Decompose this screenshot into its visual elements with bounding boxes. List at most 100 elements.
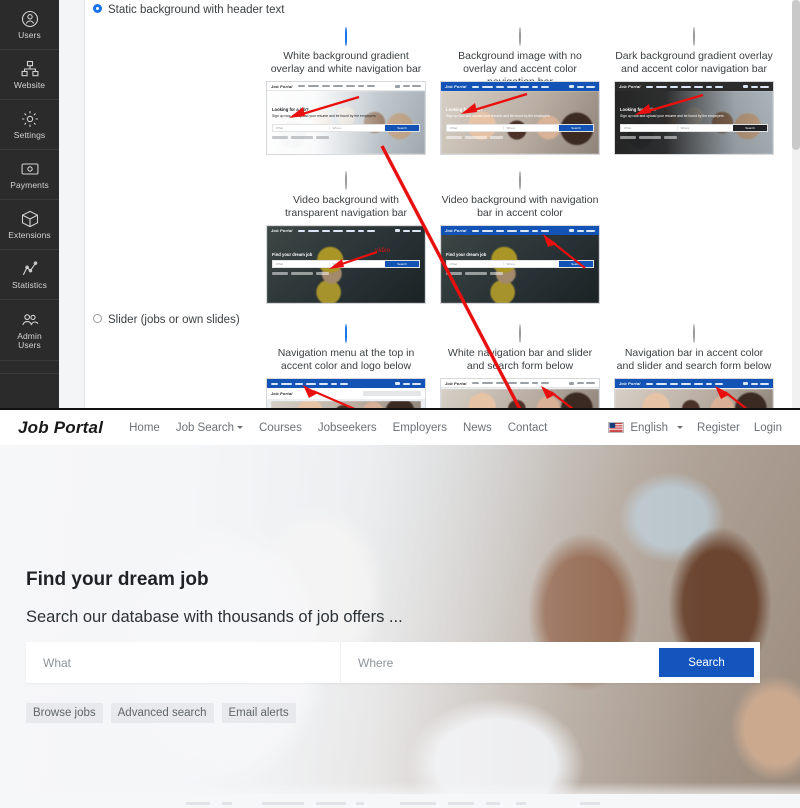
admin-content: Static background with header text White…	[85, 0, 792, 408]
layout-option-white-nav-slider[interactable]: White navigation bar and slider and sear…	[440, 324, 600, 408]
radio-wrap	[693, 324, 695, 343]
nav-link-courses[interactable]: Courses	[259, 422, 302, 434]
radio-option-video-transparent[interactable]	[345, 171, 347, 190]
radio-option-no-overlay[interactable]	[519, 27, 521, 46]
layout-option-accent-nav-slider[interactable]: Navigation bar in accent color and slide…	[614, 324, 774, 408]
radio-option-white-nav-slider[interactable]	[519, 324, 521, 343]
nav-link-jobseekers[interactable]: Jobseekers	[318, 422, 377, 434]
layout-option-label: Video background with navigation bar in …	[441, 194, 599, 219]
hero-subtitle: Search our database with thousands of jo…	[26, 608, 403, 626]
radio-wrap	[345, 324, 347, 343]
sidebar-item-settings[interactable]: Settings	[0, 100, 59, 150]
thumbnail-slider	[271, 401, 421, 408]
radio-slider[interactable]	[93, 314, 102, 323]
browse-jobs-link[interactable]: Browse jobs	[26, 703, 103, 723]
layout-option-thumbnail[interactable]: Job Portal	[266, 378, 426, 408]
job-search-form: What Where Search	[26, 642, 760, 683]
layout-option-thumbnail[interactable]: Looking for a job? Sign up now and uploa…	[440, 81, 600, 155]
layout-option-white-gradient[interactable]: White background gradient overlay and wh…	[266, 27, 426, 155]
thumbnail-chips	[620, 136, 677, 139]
thumbnail-search-button: Search	[385, 261, 419, 267]
thumbnail-search-form: What Where Search	[620, 124, 768, 132]
radio-slider-label: Slider (jobs or own slides)	[108, 314, 240, 326]
layout-option-video-accent[interactable]: Video background with navigation bar in …	[440, 171, 600, 304]
users-group-icon	[20, 310, 40, 330]
radio-group-static-background[interactable]: Static background with header text	[93, 4, 284, 16]
thumbnail-what: What	[624, 126, 632, 130]
layout-option-no-overlay[interactable]: Background image with no overlay and acc…	[440, 27, 600, 155]
thumbnail-flag-icon	[743, 85, 748, 88]
thumbnail-menu	[297, 229, 375, 232]
layout-option-dark-gradient[interactable]: Dark background gradient overlay and acc…	[614, 27, 774, 155]
radio-group-slider[interactable]: Slider (jobs or own slides)	[93, 314, 240, 326]
thumbnail-where: Where	[328, 126, 386, 130]
sidebar-item-admin-users[interactable]: Admin Users	[0, 300, 59, 361]
layout-option-thumbnail[interactable]: Find your dream job What Where Search Jo…	[266, 225, 426, 304]
hero-content: Find your dream job Search our database …	[0, 445, 800, 808]
thumbnail-nav-right	[395, 229, 421, 232]
layout-option-thumbnail[interactable]: Looking for a job? Sign up now and uploa…	[614, 81, 774, 155]
email-alerts-link[interactable]: Email alerts	[221, 703, 296, 723]
thumbnail-menu	[645, 85, 723, 88]
sidebar-item-users[interactable]: Users	[0, 0, 59, 50]
where-input[interactable]: Where	[341, 642, 659, 683]
thumbnail-navbar: Job Portal	[267, 82, 425, 91]
thumbnail-search-button: Search	[733, 125, 767, 131]
nav-link-news[interactable]: News	[463, 422, 492, 434]
layout-option-video-transparent[interactable]: Video background with transparent naviga…	[266, 171, 426, 304]
thumbnail-menu	[297, 85, 375, 87]
thumbnail-search-form: What Where Search	[272, 124, 420, 132]
language-selector[interactable]: English	[608, 422, 684, 434]
radio-static-background[interactable]	[93, 4, 102, 13]
thumbnail-what: What	[450, 126, 458, 130]
layout-option-thumbnail[interactable]: Looking for a job? Sign up now and uploa…	[266, 81, 426, 155]
site-logo[interactable]: Job Portal	[18, 418, 103, 438]
nav-link-job-search[interactable]: Job Search	[176, 422, 243, 434]
thumbnail-navbar: Job Portal	[615, 82, 773, 91]
layout-option-menu-top-accent[interactable]: Navigation menu at the top in accent col…	[266, 324, 426, 408]
thumbnail-nav-right	[569, 381, 595, 385]
radio-option-accent-nav-slider[interactable]	[693, 324, 695, 343]
what-input[interactable]: What	[26, 642, 341, 683]
layout-option-thumbnail[interactable]: Job Portal	[440, 378, 600, 408]
sidebar-item-statistics[interactable]: Statistics	[0, 250, 59, 300]
site-navbar: Job Portal Home Job Search Courses Jobse…	[0, 410, 800, 445]
radio-option-menu-top-accent[interactable]	[345, 324, 347, 343]
sidebar-item-website[interactable]: Website	[0, 50, 59, 100]
thumbnail-what: What	[450, 262, 458, 266]
radio-option-dark-gradient[interactable]	[693, 27, 695, 46]
layout-option-thumbnail[interactable]: Job Portal	[614, 378, 774, 408]
thumbnail-search-button: Search	[559, 261, 593, 267]
thumbnail-menu	[471, 382, 549, 384]
nav-link-contact[interactable]: Contact	[508, 422, 548, 434]
advanced-search-link[interactable]: Advanced search	[110, 703, 214, 723]
us-flag-icon	[608, 422, 625, 433]
thumbnail-chips	[272, 136, 329, 139]
thumbnail-search-button: Search	[385, 125, 419, 131]
search-button[interactable]: Search	[659, 648, 754, 677]
sidebar-item-extensions[interactable]: Extensions	[0, 200, 59, 250]
admin-sidebar: Users Website Settings Payments Extensio…	[0, 0, 60, 408]
thumbnail-subline: Sign up now and upload your resume and b…	[620, 114, 724, 118]
sidebar-item-payments[interactable]: Payments	[0, 150, 59, 200]
layout-option-thumbnail[interactable]: Find your dream job What Where Search Jo…	[440, 225, 600, 304]
thumbnail-slider	[615, 389, 773, 408]
nav-link-employers[interactable]: Employers	[393, 422, 447, 434]
thumbnail-nav-right	[569, 85, 595, 88]
thumbnail-logo: Job Portal	[271, 391, 293, 396]
page-scrollbar[interactable]	[792, 0, 800, 408]
thumbnail-nav-right	[569, 229, 595, 232]
nav-link-home[interactable]: Home	[129, 422, 160, 434]
radio-option-white-gradient[interactable]	[345, 27, 347, 46]
site-navbar-right: English Register Login	[608, 422, 782, 434]
page-scrollbar-thumb[interactable]	[792, 0, 800, 150]
radio-static-background-label: Static background with header text	[108, 4, 285, 16]
annotation-video-label: video	[375, 246, 391, 254]
thumbnail-flag-icon	[743, 382, 748, 385]
radio-option-video-accent[interactable]	[519, 171, 521, 190]
login-link[interactable]: Login	[754, 422, 782, 434]
thumbnail-flag-icon	[395, 84, 400, 88]
thumbnail-chips	[272, 272, 329, 275]
thumbnail-logo: Job Portal	[619, 84, 641, 89]
register-link[interactable]: Register	[697, 422, 740, 434]
